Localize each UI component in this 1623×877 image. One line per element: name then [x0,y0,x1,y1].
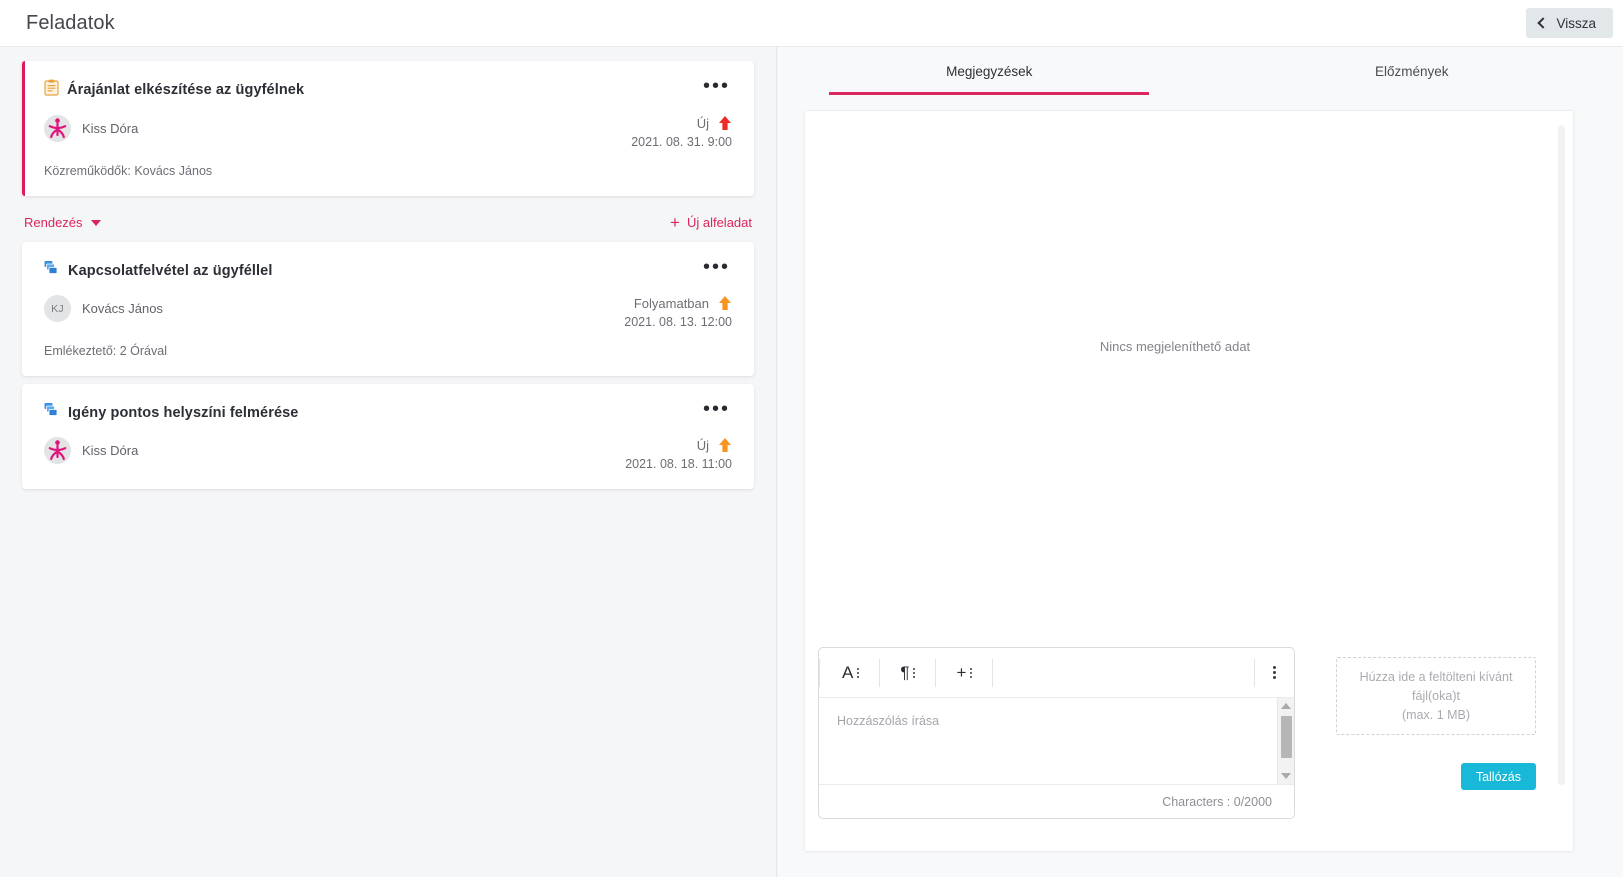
avatar [44,115,71,142]
kebab-menu-icon[interactable] [1254,658,1294,687]
assignee-name: Kovács János [82,301,163,316]
task-footer: Emlékeztető: 2 Órával [44,344,167,358]
scroll-down-arrow-icon[interactable] [1281,773,1291,779]
task-title: Árajánlat elkészítése az ügyfélnek [67,82,305,98]
status-badge: Új [696,115,709,131]
tab-history-label: Előzmények [1374,63,1449,79]
task-card[interactable]: Kapcsolatfelvétel az ügyféllel ••• KJ Ko… [22,242,754,376]
font-style-icon[interactable]: A [819,658,881,687]
assignee-name: Kiss Dóra [82,121,139,136]
font-style-glyph: A [842,663,854,682]
panel-scrollbar[interactable] [1558,125,1565,785]
add-subtask-button[interactable]: + Új alfeladat [670,212,752,232]
task-date: 2021. 08. 18. 11:00 [625,457,732,471]
assignee-name: Kiss Dóra [82,443,139,458]
comment-editor: A ¶ + Hozzászólás írása Characters: 0/2… [818,647,1295,819]
layers-icon [44,402,60,423]
app-root: Feladatok Vissza Árajánlat elkészítése a… [0,0,1623,877]
ellipsis-icon[interactable]: ••• [695,399,732,422]
task-card-body: Kiss Dóra Új 2021. 08. 18. 11:00 [44,437,732,471]
task-date: 2021. 08. 31. 9:00 [631,135,732,149]
arrow-up-icon [718,295,732,311]
task-card[interactable]: Árajánlat elkészítése az ügyfélnek ••• K… [22,61,754,196]
scroll-up-arrow-icon[interactable] [1281,703,1291,709]
detail-pane: Megjegyzések Előzmények Nincs megjelenít… [778,47,1623,877]
clipboard-note-icon [44,79,59,101]
avatar [44,437,71,464]
empty-state-message: Nincs megjeleníthető adat [1099,339,1251,354]
assignee: KJ Kovács János [44,295,163,322]
top-bar: Feladatok Vissza [0,0,1623,47]
file-dropzone[interactable]: Húzza ide a feltölteni kívánt fájl(oka)t… [1336,657,1536,735]
vertical-dots-icon [913,667,916,678]
insert-icon[interactable]: + [936,658,994,687]
comments-panel: Nincs megjeleníthető adat A ¶ + Hozzászó… [804,110,1574,852]
sort-button[interactable]: Rendezés [24,215,101,230]
page-title: Feladatok [26,11,115,34]
tab-comments-label: Megjegyzések [946,63,1033,79]
comment-input-area[interactable]: Hozzászólás írása [819,698,1294,784]
task-meta: Folyamatban 2021. 08. 13. 12:00 [624,295,732,330]
editor-scrollbar[interactable] [1277,698,1294,784]
arrow-up-icon [718,115,732,131]
editor-scroll-thumb[interactable] [1281,716,1292,758]
task-title-wrap: Árajánlat elkészítése az ügyfélnek [44,79,304,101]
task-card-body: Kiss Dóra Új 2021. 08. 31. 9:00 [44,115,732,149]
back-button-label: Vissza [1556,15,1596,31]
tab-comments[interactable]: Megjegyzések [778,47,1201,95]
add-subtask-label: Új alfeladat [686,215,752,230]
dropzone-line2: (max. 1 MB) [1401,707,1471,722]
editor-toolbar: A ¶ + [819,648,1294,698]
sort-label: Rendezés [24,215,83,230]
comment-placeholder: Hozzászólás írása [837,714,940,728]
task-title-wrap: Igény pontos helyszíni felmérése [44,402,298,423]
insert-glyph: + [956,663,967,682]
task-list-pane: Árajánlat elkészítése az ügyfélnek ••• K… [0,47,777,877]
paragraph-format-icon[interactable]: ¶ [880,658,937,687]
character-counter: Characters : 0/2000 [1162,794,1272,809]
detail-tabs: Megjegyzések Előzmények [778,47,1623,95]
task-card[interactable]: Igény pontos helyszíni felmérése ••• Kis… [22,384,754,489]
ellipsis-icon[interactable]: ••• [695,76,732,99]
task-title: Kapcsolatfelvétel az ügyféllel [68,262,273,279]
file-upload: Húzza ide a feltölteni kívánt fájl(oka)t… [1336,657,1536,790]
task-title: Igény pontos helyszíni felmérése [68,404,299,421]
arrow-up-icon [718,437,732,453]
vertical-dots-icon [970,667,973,678]
task-meta: Új 2021. 08. 18. 11:00 [625,437,732,472]
task-footer: Közreműködők: Kovács János [44,164,213,178]
avatar: KJ [44,295,71,322]
chevron-left-icon [1537,17,1550,29]
task-title-wrap: Kapcsolatfelvétel az ügyféllel [44,260,272,281]
ellipsis-icon[interactable]: ••• [695,257,732,280]
task-date: 2021. 08. 13. 12:00 [624,315,732,329]
task-meta: Új 2021. 08. 31. 9:00 [631,115,732,150]
assignee: Kiss Dóra [44,437,138,464]
avatar-initials: KJ [51,302,64,315]
task-status-row: Új [625,437,732,453]
task-card-header: Árajánlat elkészítése az ügyfélnek ••• [44,76,732,101]
editor-footer: Characters : 0/2000 [819,784,1294,818]
task-status-row: Új [631,115,732,131]
sort-row: Rendezés + Új alfeladat [22,204,754,242]
assignee: Kiss Dóra [44,115,138,142]
task-card-body: KJ Kovács János Folyamatban 2021. 08. 13… [44,295,732,329]
task-card-header: Kapcsolatfelvétel az ügyféllel ••• [44,257,732,281]
dropzone-line1: Húzza ide a feltölteni kívánt fájl(oka)t [1359,669,1513,703]
plus-icon: + [670,212,680,232]
caret-down-icon [90,219,101,226]
layers-icon [44,260,60,281]
vertical-dots-icon [857,667,860,678]
tab-history[interactable]: Előzmények [1201,47,1623,95]
status-badge: Új [696,437,709,453]
browse-button[interactable]: Tallózás [1460,763,1536,790]
paragraph-glyph: ¶ [900,663,910,682]
back-button[interactable]: Vissza [1526,8,1613,38]
task-card-header: Igény pontos helyszíni felmérése ••• [44,399,732,423]
status-badge: Folyamatban [633,295,709,311]
task-status-row: Folyamatban [624,295,732,311]
